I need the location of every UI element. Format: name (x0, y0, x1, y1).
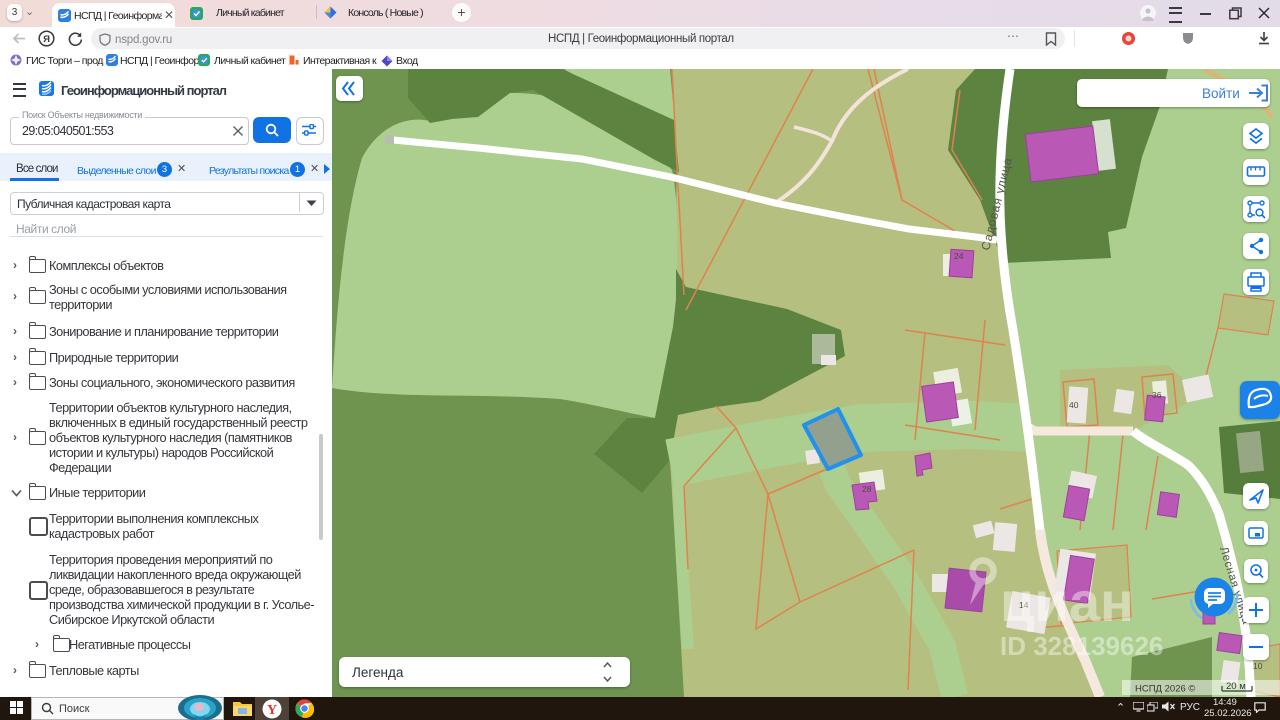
svg-text:Легенда: Легенда (352, 665, 404, 680)
svg-text:24: 24 (954, 251, 964, 261)
svg-text:Я: Я (43, 34, 50, 45)
svg-text:36: 36 (1152, 390, 1162, 400)
svg-text:20 м: 20 м (1226, 681, 1246, 692)
svg-text:40: 40 (1069, 400, 1079, 410)
svg-text:28: 28 (862, 484, 872, 494)
svg-text:10: 10 (1253, 661, 1263, 671)
svg-text:ID 328139626: ID 328139626 (1000, 631, 1163, 661)
svg-text:Y: Y (267, 703, 277, 718)
svg-text:циан: циан (1000, 570, 1134, 633)
svg-text:Войти: Войти (1202, 86, 1240, 101)
svg-text:НСПД 2026 ©: НСПД 2026 © (1135, 684, 1195, 695)
